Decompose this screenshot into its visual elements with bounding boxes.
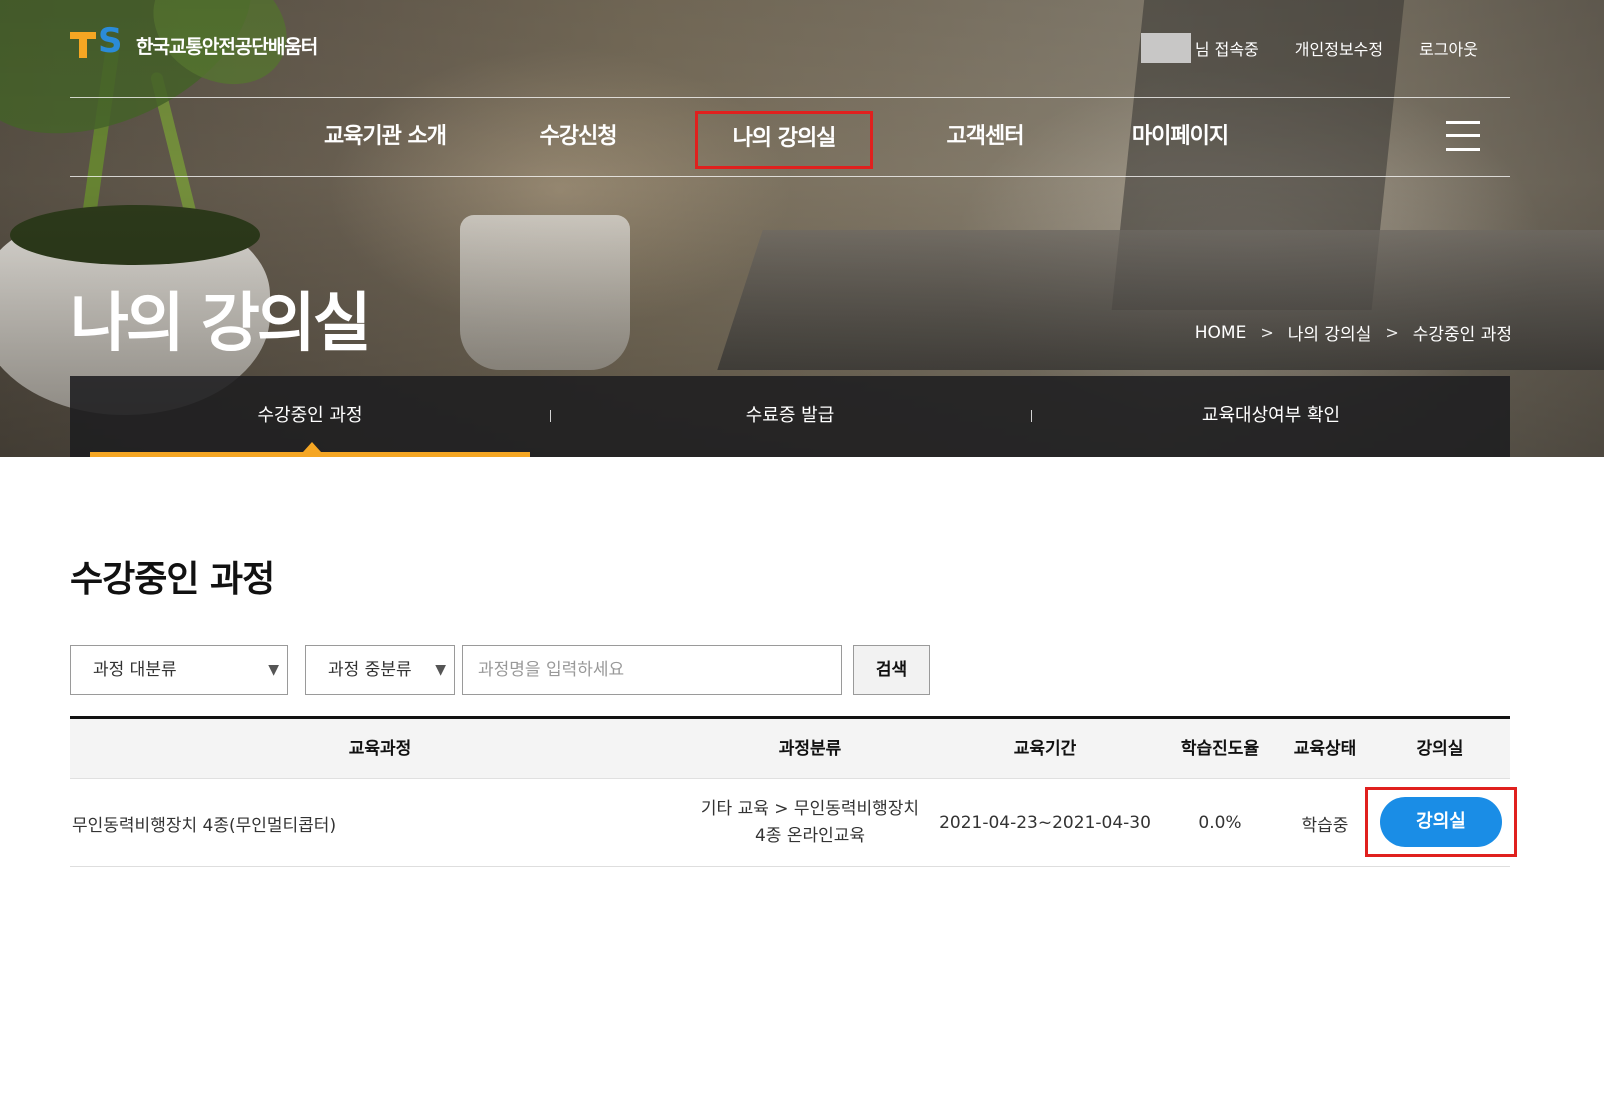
nav-item-my-classroom[interactable]: 나의 강의실 <box>695 111 873 169</box>
main-nav: 교육기관 소개 수강신청 나의 강의실 고객센터 마이페이지 <box>70 97 1510 177</box>
site-logo[interactable]: S 한국교통안전공단배움터 <box>70 24 318 60</box>
middle-category-select[interactable]: 과정 중분류 ▼ <box>305 645 455 695</box>
course-table: 교육과정 과정분류 교육기간 학습진도율 교육상태 강의실 무인동력비행장치 4… <box>70 716 1517 867</box>
page-title: 나의 강의실 <box>70 287 372 361</box>
caret-down-icon: ▼ <box>268 662 279 678</box>
hamburger-menu-icon[interactable] <box>1446 121 1480 151</box>
sub-nav: 수강중인 과정 수료증 발급 교육대상여부 확인 <box>70 376 1510 457</box>
major-category-select[interactable]: 과정 대분류 ▼ <box>70 645 288 695</box>
section-title: 수강중인 과정 <box>70 559 275 600</box>
chevron-right-icon: > <box>1385 323 1399 342</box>
course-category-line2: 4종 온라인교육 <box>754 826 866 846</box>
column-header-classroom: 강의실 <box>1416 739 1464 759</box>
classroom-button-highlight: 강의실 <box>1365 787 1517 857</box>
caret-down-icon: ▼ <box>435 662 446 678</box>
column-header-period: 교육기간 <box>1013 739 1077 759</box>
major-category-value: 과정 대분류 <box>93 660 177 680</box>
logo-text: 한국교통안전공단배움터 <box>136 35 318 58</box>
subnav-item-certificate[interactable]: 수료증 발급 <box>550 376 1030 457</box>
nav-item-enroll[interactable]: 수강신청 <box>508 97 648 177</box>
middle-category-value: 과정 중분류 <box>328 660 412 680</box>
course-search-input[interactable]: 과정명을 입력하세요 <box>462 645 842 695</box>
enter-classroom-button[interactable]: 강의실 <box>1380 797 1502 847</box>
course-category: 기타 교육 > 무인동력비행장치 4종 온라인교육 <box>690 779 930 867</box>
hero-banner: S 한국교통안전공단배움터 님 접속중 개인정보수정 로그아웃 교육기관 소개 … <box>0 0 1604 457</box>
course-category-line1: 기타 교육 > 무인동력비행장치 <box>700 799 920 819</box>
breadcrumb-home[interactable]: HOME <box>1195 323 1247 343</box>
subnav-item-eligibility[interactable]: 교육대상여부 확인 <box>1031 376 1511 457</box>
chevron-right-icon: > <box>1260 323 1274 342</box>
nav-item-mypage[interactable]: 마이페이지 <box>1100 97 1260 177</box>
breadcrumb: HOME > 나의 강의실 > 수강중인 과정 <box>1195 320 1512 346</box>
column-header-course: 교육과정 <box>348 739 412 759</box>
user-status-text: 님 접속중 <box>1194 40 1259 59</box>
course-progress: 0.0% <box>1198 813 1242 833</box>
active-tab-underline <box>90 452 530 457</box>
column-header-status: 교육상태 <box>1293 739 1357 759</box>
search-button[interactable]: 검색 <box>853 645 930 695</box>
course-status: 학습중 <box>1301 815 1349 836</box>
nav-bottom-divider <box>70 176 1510 177</box>
breadcrumb-my-classroom[interactable]: 나의 강의실 <box>1288 320 1372 345</box>
logout-link[interactable]: 로그아웃 <box>1419 36 1478 60</box>
nav-item-about[interactable]: 교육기관 소개 <box>305 97 465 177</box>
caret-up-icon <box>303 442 321 452</box>
table-header: 교육과정 과정분류 교육기간 학습진도율 교육상태 강의실 <box>70 716 1510 779</box>
column-header-category: 과정분류 <box>778 739 842 759</box>
edit-profile-link[interactable]: 개인정보수정 <box>1295 36 1383 60</box>
course-name: 무인동력비행장치 4종(무인멀티콥터) <box>72 815 337 836</box>
column-header-progress: 학습진도율 <box>1180 739 1260 759</box>
nav-item-customer-center[interactable]: 고객센터 <box>915 97 1055 177</box>
utility-menu: 님 접속중 개인정보수정 로그아웃 <box>1140 33 1478 63</box>
table-row: 무인동력비행장치 4종(무인멀티콥터) 기타 교육 > 무인동력비행장치 4종 … <box>70 779 1517 867</box>
masked-username <box>1140 33 1191 63</box>
course-period: 2021-04-23~2021-04-30 <box>939 813 1151 833</box>
ts-logo-icon: S <box>70 24 130 60</box>
breadcrumb-current: 수강중인 과정 <box>1412 325 1512 345</box>
user-status: 님 접속중 <box>1140 33 1259 63</box>
